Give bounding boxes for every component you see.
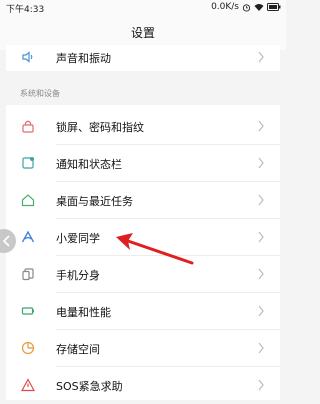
annotation-arrow: [116, 233, 194, 265]
